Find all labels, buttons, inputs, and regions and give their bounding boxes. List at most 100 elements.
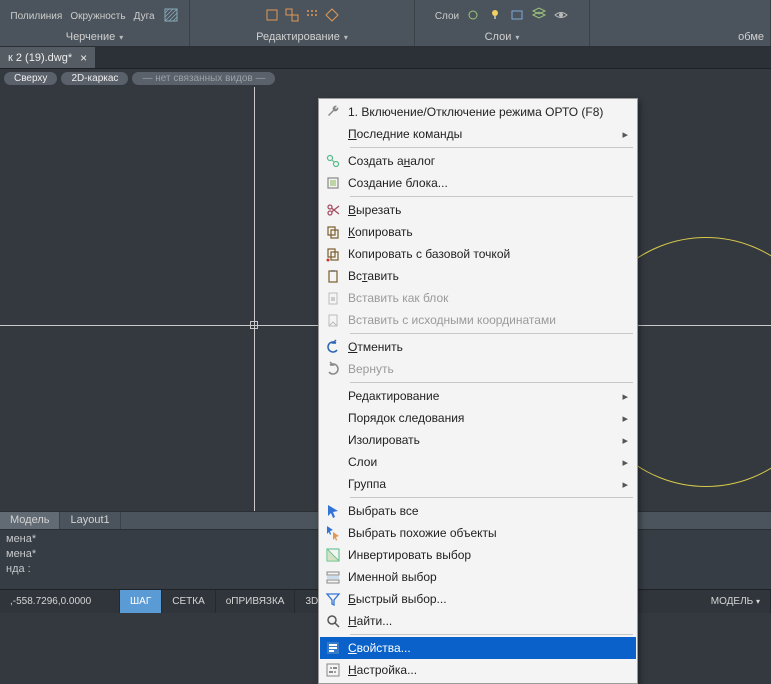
ribbon-tool-circle[interactable]: Окружность (70, 11, 125, 22)
block-icon (324, 174, 342, 192)
layout-tab-layout1[interactable]: Layout1 (60, 512, 120, 529)
menu-item-label: Редактирование (348, 389, 439, 403)
menu-separator (350, 147, 633, 148)
menu-item[interactable]: Инвертировать выбор (320, 544, 636, 566)
menu-item[interactable]: Отменить (320, 336, 636, 358)
modify-icon-2[interactable] (284, 7, 300, 26)
layer-icon-3[interactable] (509, 7, 525, 26)
menu-item[interactable]: Создать аналог (320, 150, 636, 172)
menu-item-label: Изолировать (348, 433, 420, 447)
ribbon-label-truncated: обме (738, 29, 764, 46)
menu-item[interactable]: Найти... (320, 610, 636, 632)
ribbon-group-modify: Редактирование▾ (190, 0, 415, 46)
search-icon (324, 612, 342, 630)
blank-icon (324, 431, 342, 449)
ribbon-group-layers: Слои Слои▾ (415, 0, 590, 46)
layer-icon-1[interactable] (465, 7, 481, 26)
menu-item[interactable]: Вырезать (320, 199, 636, 221)
status-grid[interactable]: СЕТКА (162, 590, 216, 613)
status-osnap[interactable]: оПРИВЯЗКА (216, 590, 296, 613)
menu-item-label: Вставить с исходными координатами (348, 313, 556, 327)
menu-item[interactable]: 1. Включение/Отключение режима ОРТО (F8) (320, 101, 636, 123)
ribbon-tool-arc[interactable]: Дуга (134, 11, 155, 22)
menu-item[interactable]: Изолировать (320, 429, 636, 451)
namesel-icon (324, 568, 342, 586)
ribbon-group-draw: Полилиния Окружность Дуга Черчение▾ (0, 0, 190, 46)
blank-icon (324, 409, 342, 427)
menu-item[interactable]: Выбрать похожие объекты (320, 522, 636, 544)
chip-view-top[interactable]: Сверху (4, 72, 57, 85)
menu-item[interactable]: Копировать с базовой точкой (320, 243, 636, 265)
context-menu: 1. Включение/Отключение режима ОРТО (F8)… (318, 98, 638, 684)
chip-view-linked[interactable]: — нет связанных видов — (132, 72, 275, 85)
scissors-icon (324, 201, 342, 219)
status-snap-step[interactable]: ШАГ (120, 590, 162, 613)
menu-item-label: Слои (348, 455, 377, 469)
menu-item-label: Вставить как блок (348, 291, 448, 305)
settings-icon (324, 661, 342, 679)
ribbon-tool-polyline[interactable]: Полилиния (10, 11, 62, 22)
modify-icon-3[interactable] (304, 7, 320, 26)
menu-item-label: Инвертировать выбор (348, 548, 471, 562)
menu-item[interactable]: Именной выбор (320, 566, 636, 588)
menu-item: Вернуть (320, 358, 636, 380)
menu-item-label: Быстрый выбор... (348, 592, 447, 606)
view-breadcrumb: Сверху 2D-каркас — нет связанных видов — (0, 69, 771, 87)
menu-separator (350, 497, 633, 498)
menu-item-label: Свойства... (348, 641, 411, 655)
menu-separator (350, 382, 633, 383)
menu-item-label: Последние команды (348, 127, 462, 141)
menu-item-label: 1. Включение/Отключение режима ОРТО (F8) (348, 105, 603, 119)
status-modelspace[interactable]: МОДЕЛЬ ▾ (701, 590, 771, 613)
layers-dropdown[interactable]: Слои (435, 11, 459, 22)
menu-item: Вставить с исходными координатами (320, 309, 636, 331)
menu-item[interactable]: Группа (320, 473, 636, 495)
menu-item-label: Копировать (348, 225, 413, 239)
menu-item-label: Выбрать все (348, 504, 419, 518)
menu-item[interactable]: Настройка... (320, 659, 636, 681)
menu-item-label: Именной выбор (348, 570, 437, 584)
menu-separator (350, 196, 633, 197)
wrench-icon (324, 103, 342, 121)
menu-item[interactable]: Вставить (320, 265, 636, 287)
menu-item[interactable]: Слои (320, 451, 636, 473)
layout-tab-model[interactable]: Модель (0, 512, 60, 529)
menu-item[interactable]: Быстрый выбор... (320, 588, 636, 610)
paste-icon (324, 267, 342, 285)
blank-icon (324, 453, 342, 471)
menu-item-label: Вырезать (348, 203, 401, 217)
layer-icon-eye[interactable] (553, 7, 569, 26)
menu-item-label: Группа (348, 477, 386, 491)
menu-item[interactable]: Порядок следования (320, 407, 636, 429)
blank-icon (324, 125, 342, 143)
menu-item-label: Настройка... (348, 663, 417, 677)
pastecoord-icon (324, 311, 342, 329)
ribbon-group-label-modify: Редактирование▾ (256, 29, 348, 46)
crosshair-vertical (254, 87, 255, 529)
menu-item: Вставить как блок (320, 287, 636, 309)
menu-separator (350, 634, 633, 635)
menu-item[interactable]: Выбрать все (320, 500, 636, 522)
modify-icon-4[interactable] (324, 7, 340, 26)
hatch-icon[interactable] (163, 7, 179, 26)
ribbon-toolbar: Полилиния Окружность Дуга Черчение▾ Реда… (0, 0, 771, 47)
status-coordinates[interactable]: ,-558.7296,0.0000 (0, 590, 120, 613)
menu-item-label: Вернуть (348, 362, 394, 376)
menu-item-label: Создать аналог (348, 154, 435, 168)
menu-item[interactable]: Последние команды (320, 123, 636, 145)
document-tab[interactable]: к 2 (19).dwg* × (0, 47, 95, 68)
blank-icon (324, 387, 342, 405)
menu-item[interactable]: Редактирование (320, 385, 636, 407)
document-tab-close[interactable]: × (80, 51, 87, 65)
menu-item[interactable]: Копировать (320, 221, 636, 243)
filter-icon (324, 590, 342, 608)
menu-item[interactable]: Создание блока... (320, 172, 636, 194)
modify-icon-1[interactable] (264, 7, 280, 26)
chip-view-wireframe[interactable]: 2D-каркас (61, 72, 128, 85)
menu-item-label: Порядок следования (348, 411, 464, 425)
layer-icon-4[interactable] (531, 7, 547, 26)
menu-item[interactable]: Свойства... (320, 637, 636, 659)
analog-icon (324, 152, 342, 170)
menu-item-label: Отменить (348, 340, 403, 354)
layer-icon-bulb[interactable] (487, 7, 503, 26)
